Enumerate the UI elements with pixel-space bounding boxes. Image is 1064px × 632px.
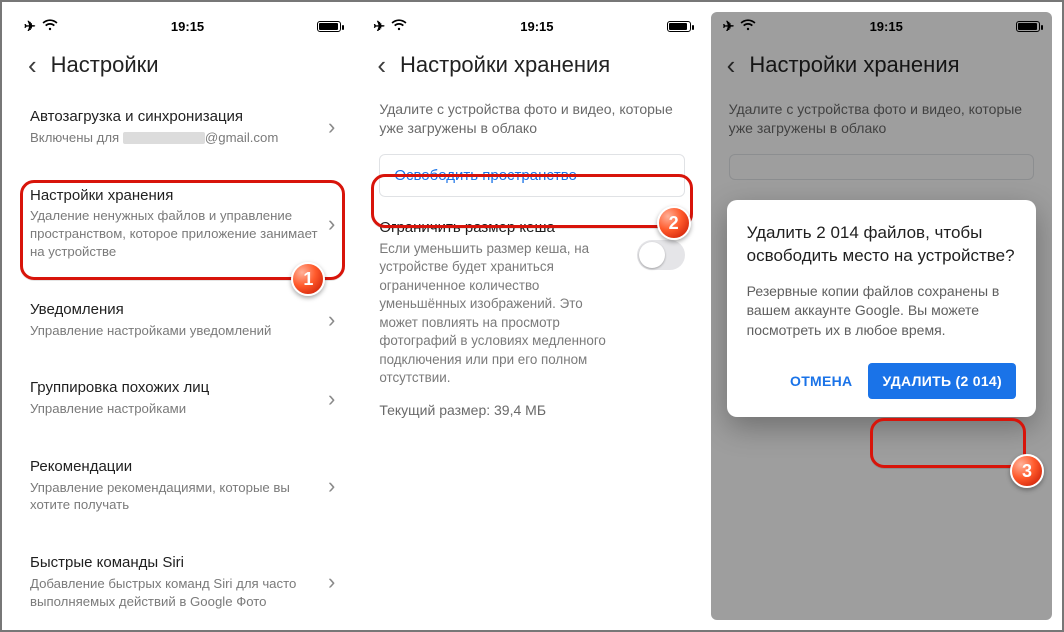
row-subtitle: Управление настройками bbox=[30, 400, 318, 418]
screen-delete-dialog: ✈ 19:15 ‹ Настройки хранения Удалите с у… bbox=[711, 12, 1052, 620]
row-autoupload[interactable]: Автозагрузка и синхронизация Включены дл… bbox=[30, 94, 335, 161]
wifi-icon bbox=[391, 19, 407, 34]
row-subtitle: Управление настройками уведомлений bbox=[30, 322, 318, 340]
status-time: 19:15 bbox=[171, 19, 204, 34]
status-time: 19:15 bbox=[520, 19, 553, 34]
row-title: Группировка похожих лиц bbox=[30, 379, 318, 398]
battery-icon bbox=[317, 21, 341, 32]
row-title: Рекомендации bbox=[30, 458, 318, 477]
row-subtitle: Удаление ненужных файлов и управление пр… bbox=[30, 207, 318, 260]
row-storage-settings[interactable]: Настройки хранения Удаление ненужных фай… bbox=[30, 173, 335, 275]
step-badge-3: 3 bbox=[1010, 454, 1044, 488]
chevron-right-icon: › bbox=[328, 386, 335, 412]
cache-limit-toggle[interactable] bbox=[637, 240, 685, 270]
free-up-space-button[interactable]: Освободить пространство bbox=[379, 154, 684, 197]
airplane-icon: ✈ bbox=[24, 18, 36, 35]
wifi-icon bbox=[740, 19, 756, 34]
cancel-button[interactable]: ОТМЕНА bbox=[790, 373, 852, 389]
wifi-icon bbox=[42, 19, 58, 34]
page-title: Настройки хранения bbox=[749, 52, 959, 78]
screen-settings: ✈ 19:15 ‹ Настройки Автозагрузка и синхр… bbox=[12, 12, 353, 620]
back-icon[interactable]: ‹ bbox=[28, 52, 37, 78]
cache-section-title: Ограничить размер кеша bbox=[379, 219, 684, 236]
nav-header: ‹ Настройки хранения bbox=[711, 40, 1052, 94]
nav-header: ‹ Настройки хранения bbox=[361, 40, 702, 94]
storage-description: Удалите с устройства фото и видео, котор… bbox=[711, 94, 1052, 148]
page-title: Настройки bbox=[51, 52, 159, 78]
cache-description: Если уменьшить размер кеша, на устройств… bbox=[379, 240, 624, 388]
row-face-grouping[interactable]: Группировка похожих лиц Управление настр… bbox=[30, 365, 335, 432]
page-title: Настройки хранения bbox=[400, 52, 610, 78]
dialog-body: Резервные копии файлов сохранены в вашем… bbox=[747, 282, 1016, 341]
status-time: 19:15 bbox=[870, 19, 903, 34]
row-subtitle: Управление рекомендациями, которые вы хо… bbox=[30, 479, 318, 515]
delete-button[interactable]: УДАЛИТЬ (2 014) bbox=[868, 363, 1016, 399]
airplane-icon: ✈ bbox=[723, 18, 735, 35]
confirm-delete-dialog: Удалить 2 014 файлов, чтобы освободить м… bbox=[727, 200, 1036, 417]
nav-header: ‹ Настройки bbox=[12, 40, 353, 94]
chevron-right-icon: › bbox=[328, 307, 335, 333]
row-subtitle: Добавление быстрых команд Siri для часто… bbox=[30, 575, 318, 611]
status-bar: ✈ 19:15 bbox=[12, 12, 353, 40]
airplane-icon: ✈ bbox=[373, 18, 385, 35]
row-subtitle: Включены для @gmail.com bbox=[30, 129, 318, 147]
chevron-right-icon: › bbox=[328, 211, 335, 237]
chevron-right-icon: › bbox=[328, 114, 335, 140]
battery-icon bbox=[667, 21, 691, 32]
row-title: Автозагрузка и синхронизация bbox=[30, 108, 318, 127]
row-title: Уведомления bbox=[30, 301, 318, 320]
cache-current-size: Текущий размер: 39,4 МБ bbox=[361, 396, 702, 418]
redacted-email bbox=[123, 132, 205, 144]
row-siri-shortcuts[interactable]: Быстрые команды Siri Добавление быстрых … bbox=[30, 540, 335, 620]
status-bar: ✈ 19:15 bbox=[361, 12, 702, 40]
row-title: Настройки хранения bbox=[30, 187, 318, 206]
row-recommendations[interactable]: Рекомендации Управление рекомендациями, … bbox=[30, 444, 335, 528]
highlight-delete-btn bbox=[870, 418, 1026, 468]
free-up-space-button[interactable] bbox=[729, 154, 1034, 180]
battery-icon bbox=[1016, 21, 1040, 32]
screen-storage-settings: ✈ 19:15 ‹ Настройки хранения Удалите с у… bbox=[361, 12, 702, 620]
back-icon[interactable]: ‹ bbox=[377, 52, 386, 78]
dialog-title: Удалить 2 014 файлов, чтобы освободить м… bbox=[747, 222, 1016, 268]
chevron-right-icon: › bbox=[328, 569, 335, 595]
row-notifications[interactable]: Уведомления Управление настройками уведо… bbox=[30, 287, 335, 354]
row-title: Быстрые команды Siri bbox=[30, 554, 318, 573]
status-bar: ✈ 19:15 bbox=[711, 12, 1052, 40]
storage-description: Удалите с устройства фото и видео, котор… bbox=[361, 94, 702, 148]
chevron-right-icon: › bbox=[328, 473, 335, 499]
back-icon[interactable]: ‹ bbox=[727, 52, 736, 78]
